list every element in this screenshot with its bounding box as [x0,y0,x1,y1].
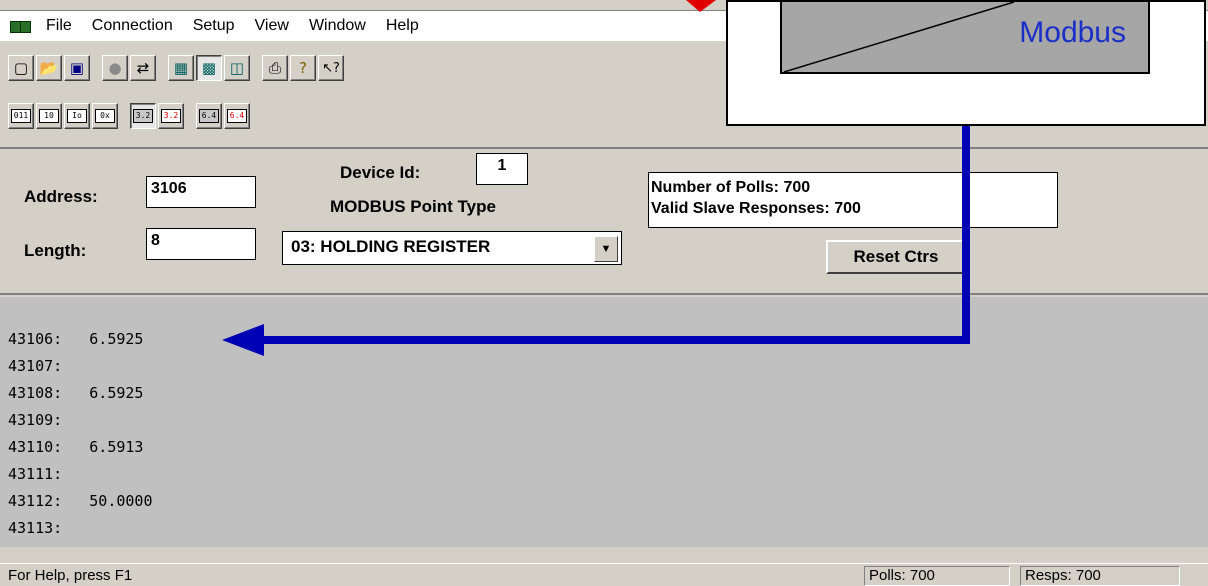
register-value[interactable]: 6.5925 [89,384,143,402]
register-value[interactable]: 50.0000 [89,492,152,510]
decimal-format-glyph: 10 [39,109,59,123]
register-address: 43109: [8,411,63,429]
menu-connection[interactable]: Connection [82,11,183,41]
address-field[interactable]: 3106 [146,176,256,208]
address-label: Address: [24,187,98,206]
poll-counters-box: Number of Polls: 700 Valid Slave Respons… [648,172,1058,228]
status-help-text: For Help, press F1 [8,567,133,584]
status-resps-pane: Resps: 700 [1020,566,1180,586]
print-icon[interactable]: ⎙ [262,55,288,81]
float-format-glyph: 3.2 [133,109,153,123]
main-toolbar: ▢ 📂 ▣ ● ⇄ ▦ ▩ ◫ ⎙ ? ↖? [8,50,344,86]
register-address: 43112: [8,492,63,510]
binary-format-glyph: 011 [11,109,31,123]
modbus-device-box: Modbus [780,2,1150,74]
device-id-label: Device Id: [340,163,421,182]
new-icon[interactable]: ▢ [8,55,34,81]
register-value[interactable]: 6.5913 [89,438,143,456]
valid-responses-text: Valid Slave Responses: 700 [651,200,861,217]
point-type-value: 03: HOLDING REGISTER [291,237,491,256]
menu-help[interactable]: Help [376,11,429,41]
double-swapped-format-glyph: 6.4 [227,109,247,123]
register-address: 43108: [8,384,63,402]
device-id-field[interactable]: 1 [476,153,528,185]
display-icon[interactable]: ▩ [196,55,222,81]
data-row: 43108: 6.5925 [8,384,143,402]
data-row: 43109: [8,411,89,429]
traffic-icon[interactable]: ◫ [224,55,250,81]
register-address: 43107: [8,357,63,375]
double-format-glyph: 6.4 [199,109,219,123]
data-row: 43110: 6.5913 [8,438,143,456]
poll-definition-icon[interactable]: ▦ [168,55,194,81]
help-icon[interactable]: ? [290,55,316,81]
connect-icon[interactable]: ⇄ [130,55,156,81]
binary-format-button[interactable]: 011 [8,103,34,129]
reset-counters-button[interactable]: Reset Ctrs [826,240,966,274]
status-bar: For Help, press F1 Polls: 700 Resps: 700 [0,563,1208,586]
menu-view[interactable]: View [245,11,299,41]
hex-format-button[interactable]: 0x [92,103,118,129]
register-data-area: 43106: 6.5925 43107: 43108: 6.5925 43109… [0,297,1208,547]
register-address: 43110: [8,438,63,456]
length-label: Length: [24,241,87,260]
poll-settings-panel: Address: 3106 Length: 8 Device Id: 1 MOD… [0,147,1208,295]
integer-format-button[interactable]: Io [64,103,90,129]
float-format-button[interactable]: 3.2 [130,103,156,129]
data-row: 43106: 6.5925 [8,330,143,348]
context-help-icon[interactable]: ↖? [318,55,344,81]
menu-file[interactable]: File [36,11,82,41]
point-type-select[interactable]: 03: HOLDING REGISTER ▼ [282,231,622,265]
modbus-callout: Modbus [726,0,1206,126]
float-swapped-format-glyph: 3.2 [161,109,181,123]
float-swapped-format-button[interactable]: 3.2 [158,103,184,129]
modbus-label: Modbus [1019,16,1126,49]
polls-count-text: Number of Polls: 700 [651,179,811,196]
integer-format-glyph: Io [67,109,87,123]
register-address: 43113: [8,519,63,537]
hex-format-glyph: 0x [95,109,115,123]
open-icon[interactable]: 📂 [36,55,62,81]
format-toolbar: 011 10 Io 0x 3.2 3.2 6.4 6.4 [8,98,250,134]
disconnect-icon[interactable]: ● [102,55,128,81]
data-row: 43107: [8,357,89,375]
double-format-button[interactable]: 6.4 [196,103,222,129]
register-value[interactable]: 6.5925 [89,330,143,348]
data-row: 43113: [8,519,89,537]
data-row: 43111: [8,465,89,483]
point-type-label: MODBUS Point Type [330,197,496,216]
save-icon[interactable]: ▣ [64,55,90,81]
register-address: 43106: [8,330,63,348]
menu-setup[interactable]: Setup [183,11,245,41]
data-row: 43112: 50.0000 [8,492,153,510]
length-field[interactable]: 8 [146,228,256,260]
app-icon[interactable] [10,21,31,33]
register-address: 43111: [8,465,63,483]
double-swapped-format-button[interactable]: 6.4 [224,103,250,129]
status-polls-pane: Polls: 700 [864,566,1010,586]
decimal-format-button[interactable]: 10 [36,103,62,129]
chevron-down-icon[interactable]: ▼ [594,236,618,262]
menu-window[interactable]: Window [299,11,376,41]
